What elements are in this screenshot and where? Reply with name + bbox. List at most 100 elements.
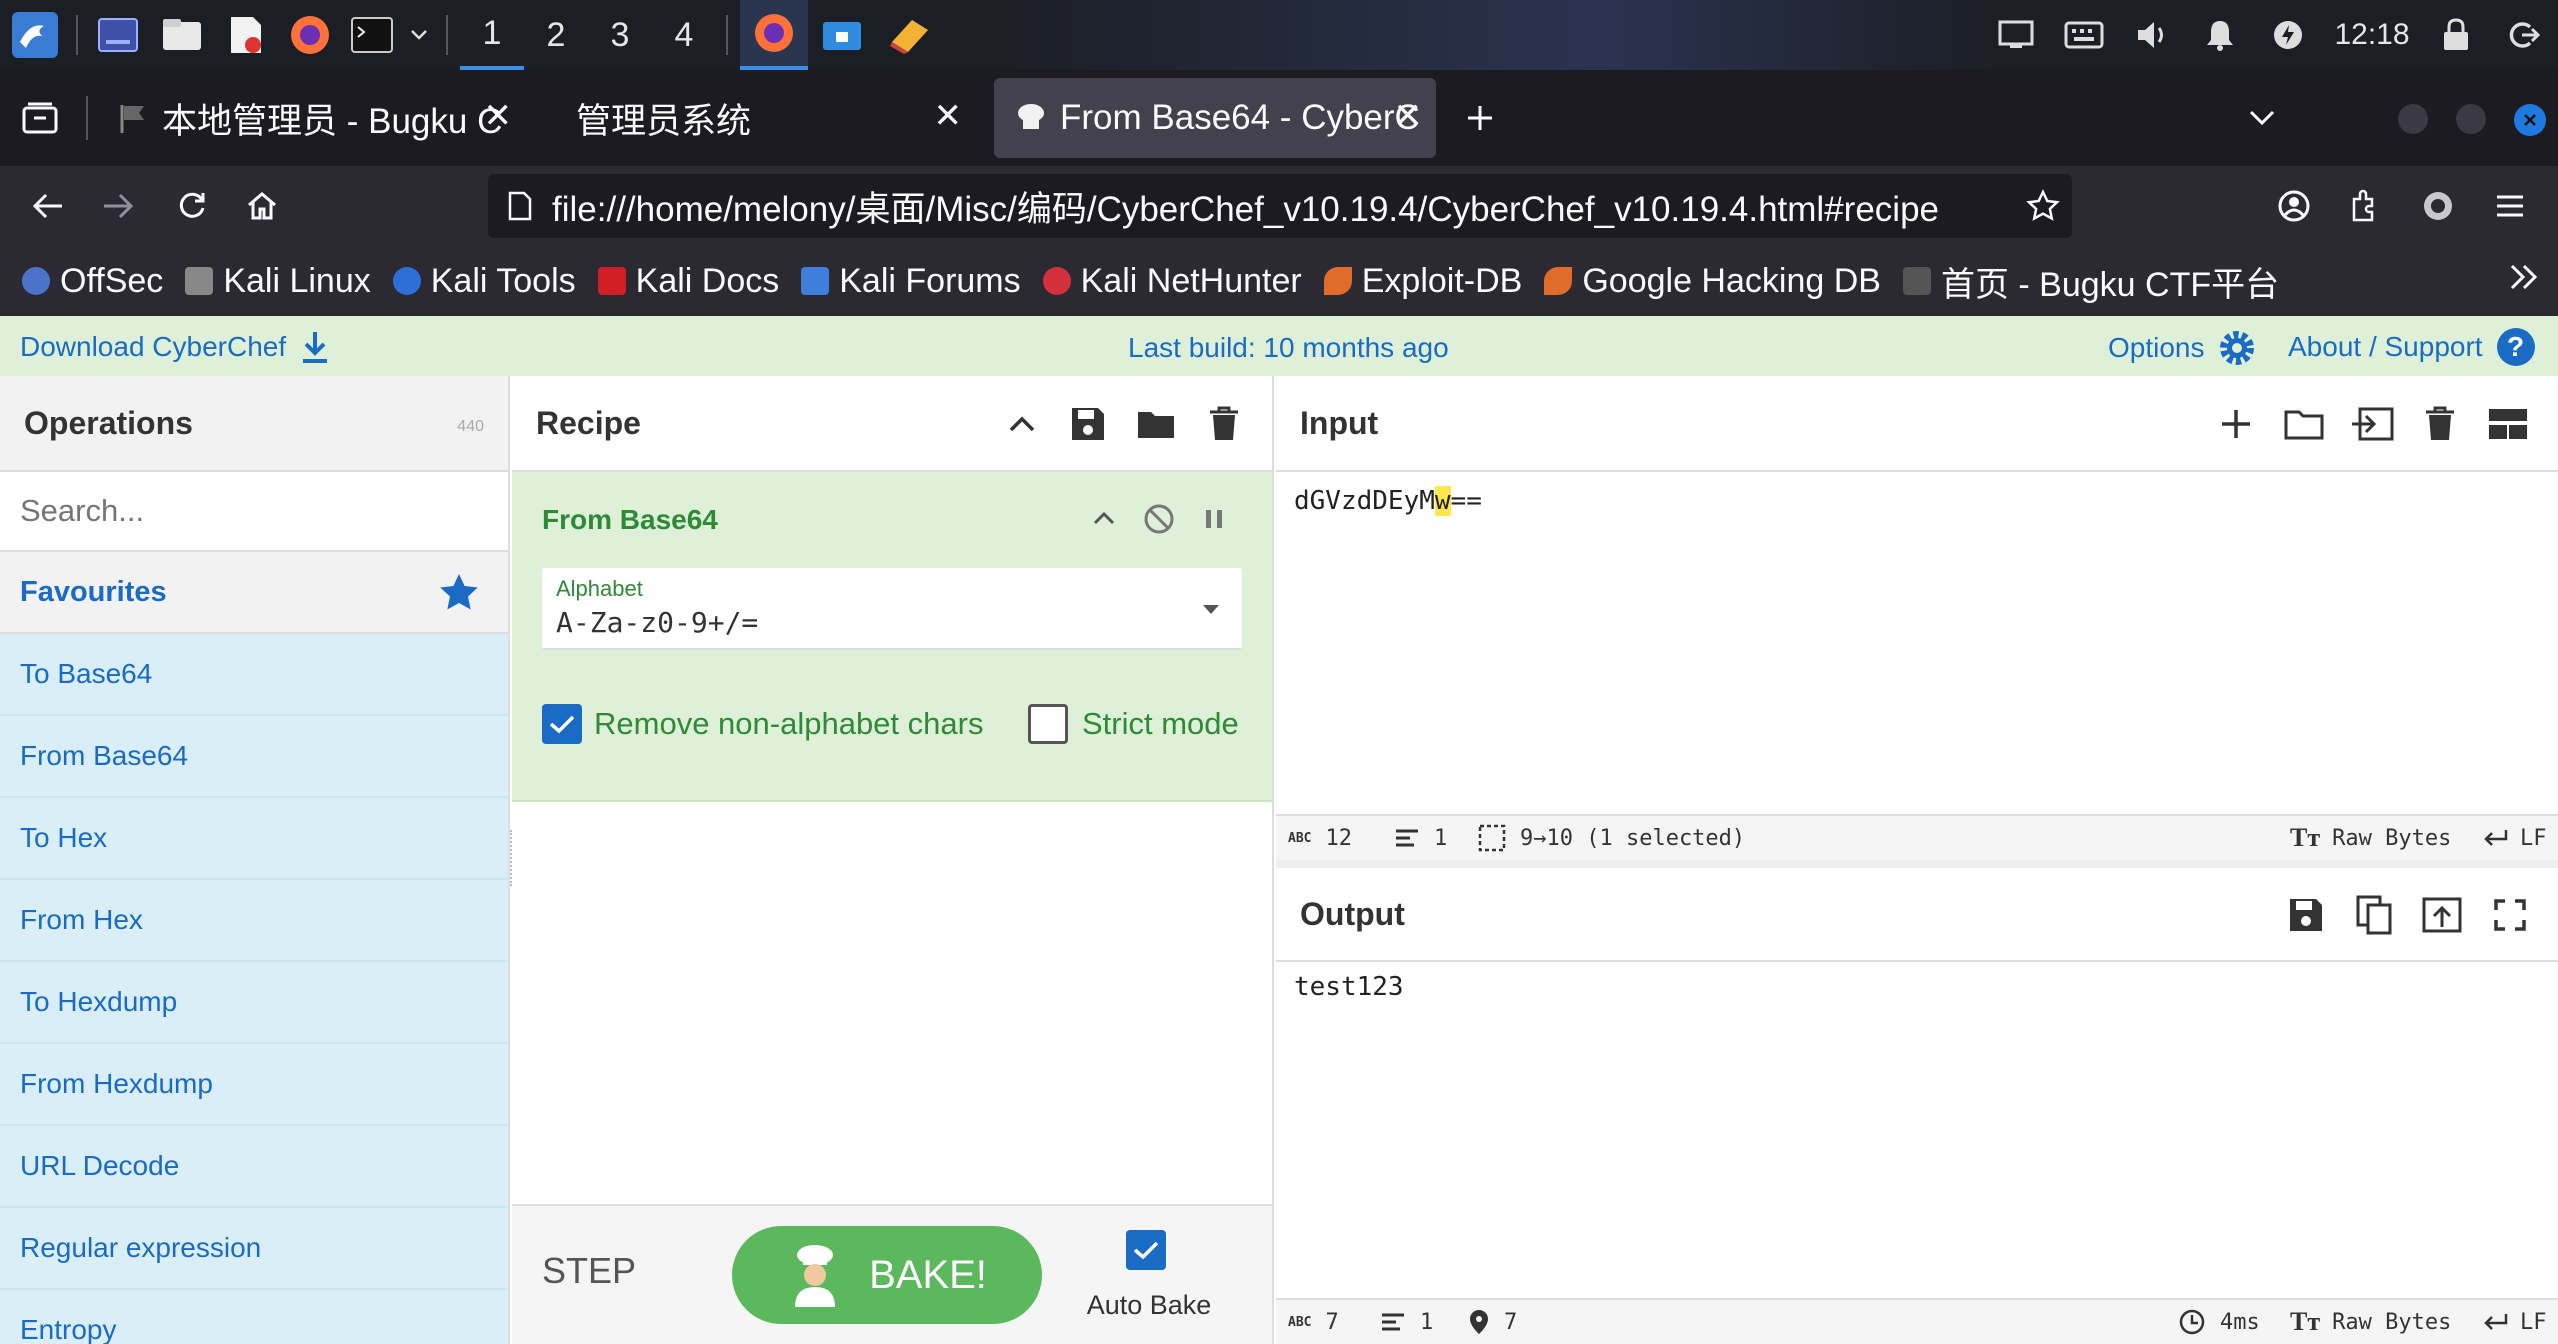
terminal-icon[interactable] — [342, 0, 402, 70]
bookmark-offsec[interactable]: OffSec — [22, 262, 163, 301]
bookmark-kali-forums[interactable]: Kali Forums — [801, 262, 1021, 301]
firefox-launcher-icon[interactable] — [278, 0, 342, 70]
clear-input-trash-icon[interactable] — [2410, 376, 2470, 472]
op-url-decode[interactable]: URL Decode — [0, 1126, 508, 1208]
alphabet-select[interactable]: Alphabet A-Za-z0-9+/= — [542, 568, 1242, 650]
op-to-base64[interactable]: To Base64 — [0, 634, 508, 716]
reload-icon[interactable] — [160, 166, 224, 246]
collapse-operation-chevron-icon[interactable] — [1092, 498, 1116, 538]
tab-admin-system[interactable]: 管理员系统 ✕ — [536, 78, 976, 158]
favourites-category[interactable]: Favourites — [0, 552, 508, 634]
load-recipe-folder-icon[interactable] — [1126, 376, 1186, 472]
input-textarea[interactable]: dGVzdDEyMw== — [1294, 486, 1482, 516]
about-support-link[interactable]: About / Support ? — [2288, 328, 2535, 366]
bookmark-bugku[interactable]: 首页 - Bugku CTF平台 — [1902, 257, 2279, 306]
extension-circle-icon[interactable] — [2406, 166, 2470, 246]
text-editor-icon[interactable] — [214, 0, 278, 70]
new-tab-icon[interactable] — [1448, 78, 1512, 158]
clear-recipe-trash-icon[interactable] — [1194, 376, 1254, 472]
output-status-bar: ABC 7 1 7 4ms Tт Raw Bytes LF — [1276, 1298, 2558, 1344]
op-entropy[interactable]: Entropy — [0, 1290, 508, 1344]
display-icon[interactable] — [1982, 0, 2050, 70]
maximise-output-icon[interactable] — [2480, 868, 2540, 962]
close-tab-icon[interactable]: ✕ — [484, 96, 513, 136]
workspace-3[interactable]: 3 — [588, 0, 652, 70]
tab-overview-icon[interactable] — [8, 78, 72, 158]
breakpoint-pause-icon[interactable] — [1202, 502, 1226, 536]
close-tab-icon[interactable]: ✕ — [1394, 96, 1423, 136]
output-text[interactable]: test123 — [1294, 972, 1404, 1002]
clock[interactable]: 12:18 — [2322, 18, 2422, 52]
power-manager-icon[interactable] — [2254, 0, 2322, 70]
strict-mode-checkbox[interactable]: Strict mode — [1028, 704, 1239, 744]
input-eol[interactable]: LF — [2482, 826, 2547, 851]
account-icon[interactable] — [2262, 166, 2326, 246]
bookmark-star-icon[interactable] — [2026, 189, 2060, 223]
search-input[interactable] — [0, 472, 508, 550]
input-encoding[interactable]: Tт Raw Bytes — [2290, 823, 2451, 853]
save-output-icon[interactable] — [2276, 868, 2336, 962]
forward-arrow-icon[interactable] — [86, 166, 150, 246]
logout-icon[interactable] — [2490, 0, 2558, 70]
alphabet-value: A-Za-z0-9+/= — [556, 606, 759, 639]
app-window-icon[interactable] — [876, 0, 944, 70]
replace-input-icon[interactable] — [2412, 868, 2472, 962]
hamburger-menu-icon[interactable] — [2478, 166, 2542, 246]
pane-resize-handle[interactable] — [510, 830, 513, 886]
back-arrow-icon[interactable] — [16, 166, 80, 246]
keyboard-icon[interactable] — [2050, 0, 2118, 70]
collapse-all-icon[interactable] — [992, 376, 1052, 472]
reset-layout-icon[interactable] — [2478, 376, 2538, 472]
kali-menu-icon[interactable] — [0, 0, 70, 70]
op-to-hexdump[interactable]: To Hexdump — [0, 962, 508, 1044]
bookmark-kali-linux[interactable]: Kali Linux — [185, 262, 371, 301]
open-folder-icon[interactable] — [2274, 376, 2334, 472]
tab-bugku-admin[interactable]: 本地管理员 - Bugku C ✕ — [96, 78, 526, 158]
copy-output-icon[interactable] — [2344, 868, 2404, 962]
step-button[interactable]: STEP — [542, 1250, 636, 1292]
home-icon[interactable] — [230, 166, 294, 246]
output-eol[interactable]: LF — [2482, 1310, 2547, 1335]
workspace-2[interactable]: 2 — [524, 0, 588, 70]
firefox-window-icon[interactable] — [740, 0, 808, 70]
bookmark-kali-docs[interactable]: Kali Docs — [597, 262, 779, 301]
workspace-4[interactable]: 4 — [652, 0, 716, 70]
op-from-base64[interactable]: From Base64 — [0, 716, 508, 798]
maximize-window-button[interactable] — [2456, 104, 2486, 134]
options-link[interactable]: Options — [2108, 328, 2257, 368]
bookmark-kali-nethunter[interactable]: Kali NetHunter — [1042, 262, 1302, 301]
file-manager-icon[interactable] — [150, 0, 214, 70]
open-file-input-icon[interactable] — [2342, 376, 2402, 472]
bookmarks-overflow-icon[interactable] — [2508, 262, 2540, 292]
bookmark-exploit-db[interactable]: Exploit-DB — [1323, 262, 1522, 301]
tab-from-base64[interactable]: From Base64 - CyberC ✕ — [994, 78, 1436, 158]
close-window-button[interactable] — [2514, 104, 2546, 136]
op-regular-expression[interactable]: Regular expression — [0, 1208, 508, 1290]
io-resize-divider[interactable] — [1276, 860, 2558, 868]
volume-icon[interactable] — [2118, 0, 2186, 70]
file-window-icon[interactable] — [808, 0, 876, 70]
close-tab-icon[interactable]: ✕ — [934, 96, 963, 136]
download-cyberchef-link[interactable]: Download CyberChef — [20, 330, 330, 364]
op-from-hexdump[interactable]: From Hexdump — [0, 1044, 508, 1126]
workspace-1[interactable]: 1 — [460, 0, 524, 70]
save-recipe-icon[interactable] — [1058, 376, 1118, 472]
show-desktop-icon[interactable] — [86, 0, 150, 70]
bookmark-kali-tools[interactable]: Kali Tools — [392, 262, 576, 301]
output-encoding[interactable]: Tт Raw Bytes — [2290, 1307, 2451, 1337]
op-from-hex[interactable]: From Hex — [0, 880, 508, 962]
chevron-down-icon[interactable] — [402, 0, 436, 70]
bookmark-google-hacking-db[interactable]: Google Hacking DB — [1544, 262, 1881, 301]
notification-bell-icon[interactable] — [2186, 0, 2254, 70]
extensions-icon[interactable] — [2332, 166, 2396, 246]
bake-button[interactable]: BAKE! — [732, 1226, 1042, 1324]
op-to-hex[interactable]: To Hex — [0, 798, 508, 880]
list-tabs-chevron-icon[interactable] — [2230, 78, 2294, 158]
disable-operation-icon[interactable] — [1142, 502, 1176, 536]
minimize-window-button[interactable] — [2398, 104, 2428, 134]
add-input-plus-icon[interactable] — [2206, 376, 2266, 472]
address-bar[interactable]: file:///home/melony/桌面/Misc/编码/CyberChef… — [488, 174, 2072, 238]
lock-icon[interactable] — [2422, 0, 2490, 70]
auto-bake-checkbox[interactable] — [1126, 1230, 1166, 1270]
remove-non-alphabet-checkbox[interactable]: Remove non-alphabet chars — [542, 704, 983, 744]
